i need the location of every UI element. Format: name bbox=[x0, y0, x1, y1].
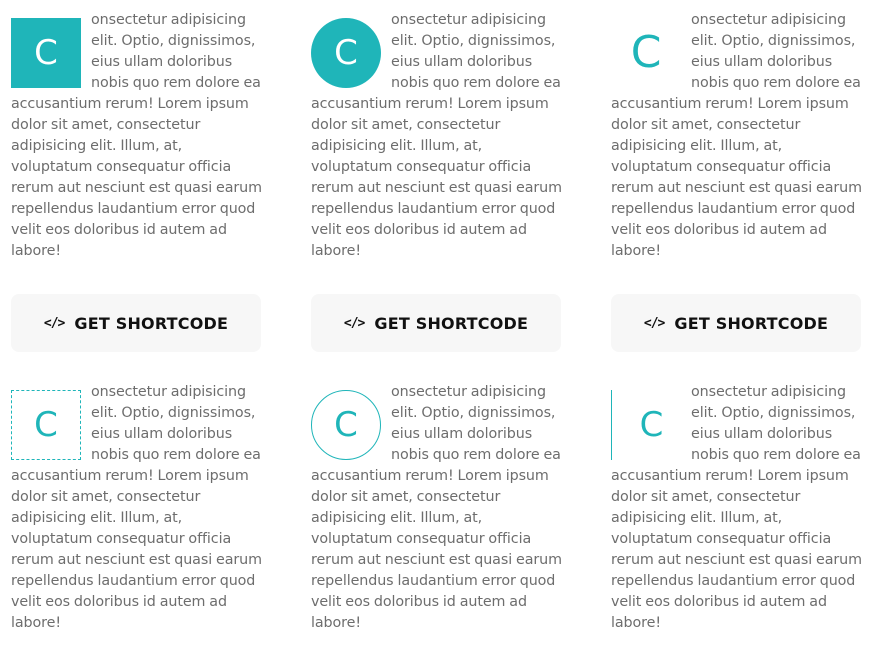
dropcap-card-ring: Consectetur adipisicing elit. Optio, dig… bbox=[311, 382, 563, 634]
dropcap-card-dotted: Consectetur adipisicing elit. Optio, dig… bbox=[11, 382, 263, 634]
dropcap-card-line: Consectetur adipisicing elit. Optio, dig… bbox=[611, 382, 863, 634]
drop-cap-dotted: C bbox=[11, 390, 81, 460]
code-icon: </> bbox=[343, 315, 366, 331]
dropcap-card-circle: Consectetur adipisicing elit. Optio, dig… bbox=[311, 10, 563, 262]
get-shortcode-button-2[interactable]: </> GET SHORTCODE bbox=[311, 294, 561, 352]
drop-cap-ring: C bbox=[311, 390, 381, 460]
code-icon: </> bbox=[643, 315, 666, 331]
dropcap-paragraph: Consectetur adipisicing elit. Optio, dig… bbox=[11, 382, 263, 634]
dropcap-card-plain: Consectetur adipisicing elit. Optio, dig… bbox=[611, 10, 863, 262]
get-shortcode-label: GET SHORTCODE bbox=[74, 313, 229, 333]
get-shortcode-button-1[interactable]: </> GET SHORTCODE bbox=[11, 294, 261, 352]
drop-cap-plain: C bbox=[630, 27, 662, 78]
dropcap-card-square: Consectetur adipisicing elit. Optio, dig… bbox=[11, 10, 263, 262]
drop-cap-line: C bbox=[611, 390, 691, 460]
dropcap-paragraph: Consectetur adipisicing elit. Optio, dig… bbox=[611, 10, 863, 262]
get-shortcode-label: GET SHORTCODE bbox=[674, 313, 829, 333]
get-shortcode-label: GET SHORTCODE bbox=[374, 313, 529, 333]
drop-cap-circle: C bbox=[311, 18, 381, 88]
get-shortcode-button-3[interactable]: </> GET SHORTCODE bbox=[611, 294, 861, 352]
dropcap-paragraph: Consectetur adipisicing elit. Optio, dig… bbox=[311, 10, 563, 262]
code-icon: </> bbox=[43, 315, 66, 331]
dropcap-paragraph: Consectetur adipisicing elit. Optio, dig… bbox=[311, 382, 563, 634]
dropcap-paragraph: Consectetur adipisicing elit. Optio, dig… bbox=[611, 382, 863, 634]
dropcap-paragraph: Consectetur adipisicing elit. Optio, dig… bbox=[11, 10, 263, 262]
drop-cap-square: C bbox=[11, 18, 81, 88]
